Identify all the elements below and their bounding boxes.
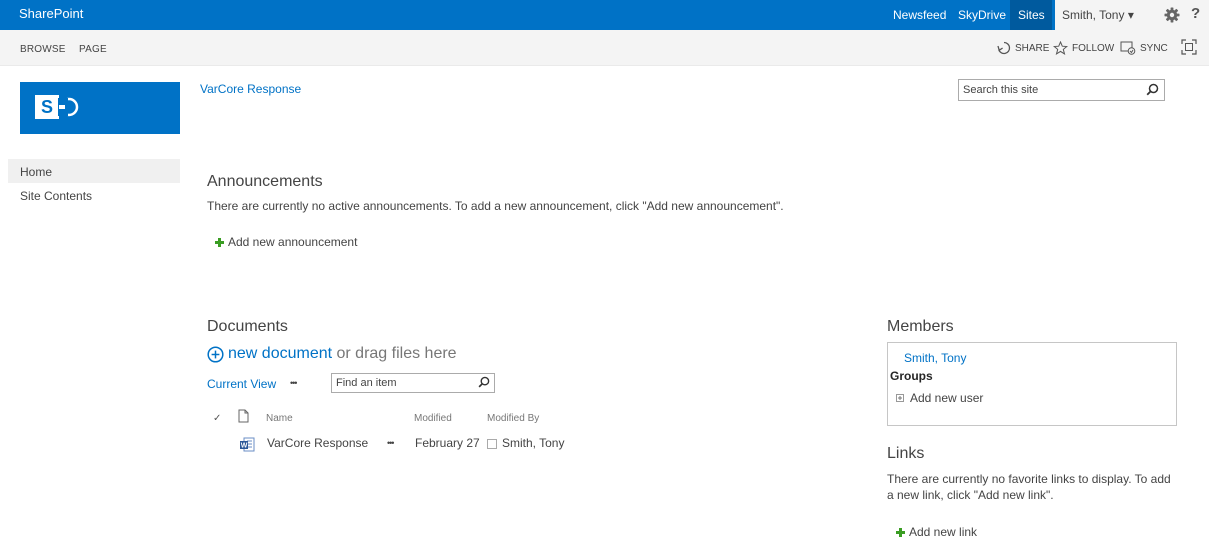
suite-link-skydrive[interactable]: SkyDrive xyxy=(958,8,1006,22)
document-modified: February 27 xyxy=(415,436,480,450)
nav-item-site-contents[interactable]: Site Contents xyxy=(20,189,92,203)
add-new-user-link[interactable]: Add new user xyxy=(896,391,983,405)
new-document-link[interactable]: new document xyxy=(228,345,332,363)
site-title[interactable]: VarCore Response xyxy=(200,82,301,96)
sharepoint-brand[interactable]: SharePoint xyxy=(19,6,83,21)
share-icon xyxy=(997,41,1011,55)
members-title[interactable]: Members xyxy=(887,318,954,336)
add-new-user-label: Add new user xyxy=(910,391,984,405)
add-icon xyxy=(215,237,224,247)
search-input[interactable] xyxy=(963,82,1133,98)
find-item-input[interactable] xyxy=(336,376,466,390)
documents-title[interactable]: Documents xyxy=(207,318,288,336)
add-icon xyxy=(896,527,905,537)
document-modified-by[interactable]: Smith, Tony xyxy=(502,436,564,450)
svg-text:S: S xyxy=(41,97,53,117)
search-box xyxy=(958,79,1165,101)
site-logo[interactable]: S xyxy=(20,82,180,134)
expand-icon xyxy=(896,394,904,402)
document-name-link[interactable]: VarCore Response xyxy=(267,436,368,450)
table-row[interactable]: W VarCore Response ••• February 27 Smith… xyxy=(205,432,605,456)
follow-button[interactable]: FOLLOW xyxy=(1053,40,1114,56)
presence-indicator xyxy=(487,439,497,449)
suite-bar: SharePoint Newsfeed SkyDrive Sites Smith… xyxy=(0,0,1209,30)
current-view-link[interactable]: Current View xyxy=(207,377,276,391)
share-button[interactable]: SHARE xyxy=(997,40,1049,56)
member-link[interactable]: Smith, Tony xyxy=(904,351,966,365)
nav-item-home[interactable]: Home xyxy=(20,165,52,179)
search-icon[interactable] xyxy=(1146,83,1159,96)
add-new-link[interactable]: Add new link xyxy=(896,525,977,539)
chevron-down-icon: ▾ xyxy=(1127,8,1134,22)
column-header-modified[interactable]: Modified xyxy=(414,413,452,424)
links-message: There are currently no favorite links to… xyxy=(887,472,1171,502)
find-item-box xyxy=(331,373,495,393)
sync-button[interactable]: SYNC xyxy=(1120,40,1168,56)
user-menu[interactable]: Smith, Tony ▾ xyxy=(1062,8,1134,22)
view-options-ellipsis[interactable]: ••• xyxy=(290,378,298,388)
focus-on-content-icon[interactable] xyxy=(1181,39,1197,55)
add-circle-icon[interactable] xyxy=(207,345,224,363)
tab-browse[interactable]: BROWSE xyxy=(20,44,66,55)
tab-page[interactable]: PAGE xyxy=(79,44,107,55)
user-area: Smith, Tony ▾ ? xyxy=(1055,0,1209,30)
select-all-checkmark[interactable]: ✓ xyxy=(213,413,221,424)
add-new-announcement-link[interactable]: Add new announcement xyxy=(215,235,357,249)
announcements-title[interactable]: Announcements xyxy=(207,173,323,191)
share-label: SHARE xyxy=(1015,42,1050,54)
document-ellipsis-menu[interactable]: ••• xyxy=(387,438,395,448)
ribbon: BROWSE PAGE SHARE FOLLOW SYNC xyxy=(0,30,1209,66)
star-icon xyxy=(1053,41,1068,55)
members-box: Smith, Tony Groups Add new user xyxy=(887,342,1177,426)
groups-label: Groups xyxy=(890,369,933,383)
follow-label: FOLLOW xyxy=(1072,42,1115,54)
sync-label: SYNC xyxy=(1140,42,1168,54)
sync-icon xyxy=(1120,41,1136,55)
document-type-icon xyxy=(238,409,249,423)
word-document-icon: W xyxy=(240,437,255,452)
links-title[interactable]: Links xyxy=(887,445,924,463)
help-icon[interactable]: ? xyxy=(1191,5,1200,22)
new-document-row: new document or drag files here xyxy=(207,345,457,363)
column-header-name[interactable]: Name xyxy=(266,413,293,424)
suite-link-sites[interactable]: Sites xyxy=(1018,8,1045,22)
suite-link-newsfeed[interactable]: Newsfeed xyxy=(893,8,946,22)
add-new-link-label: Add new link xyxy=(909,525,978,539)
sharepoint-logo-icon: S xyxy=(35,95,79,119)
drag-files-hint: or drag files here xyxy=(332,345,457,362)
search-icon[interactable] xyxy=(478,376,490,388)
announcements-message: There are currently no active announceme… xyxy=(207,199,784,213)
svg-text:W: W xyxy=(241,443,248,450)
gear-icon[interactable] xyxy=(1163,6,1181,24)
add-new-announcement-label: Add new announcement xyxy=(228,235,358,249)
user-name: Smith, Tony xyxy=(1062,8,1125,22)
column-header-modified-by[interactable]: Modified By xyxy=(487,413,539,424)
